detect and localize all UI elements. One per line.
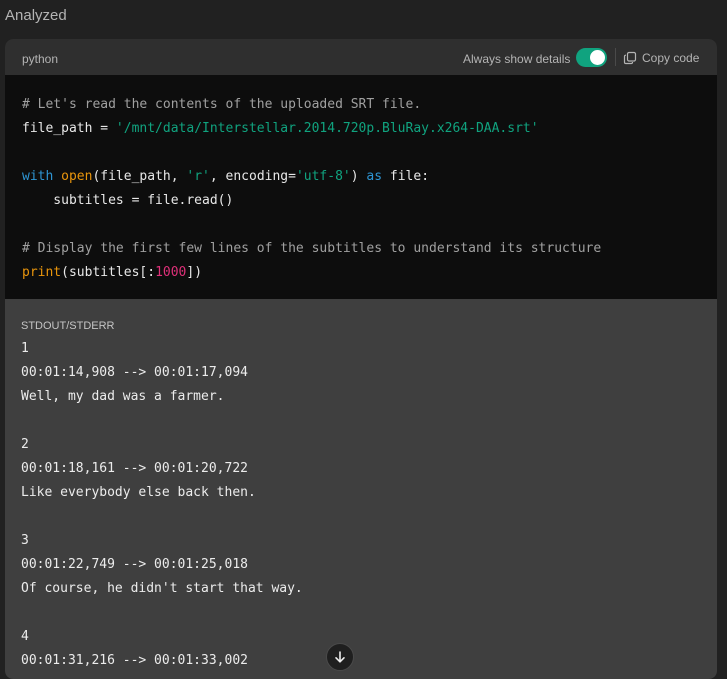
header-divider	[615, 48, 616, 66]
copy-code-label: Copy code	[642, 50, 700, 65]
code-number: 1000	[155, 265, 187, 280]
code-text: # Let's read the contents of the uploade…	[22, 93, 601, 285]
code-comment: # Let's read the contents of the uploade…	[22, 97, 422, 112]
code-builtin: open	[61, 169, 93, 184]
code-keyword: with	[22, 169, 54, 184]
code-keyword: as	[366, 169, 383, 184]
code-header: python Always show details Copy code	[5, 39, 717, 75]
code-token: subtitles = file.read()	[22, 193, 234, 208]
always-show-details-toggle[interactable]	[576, 48, 607, 67]
arrow-down-icon	[335, 651, 345, 663]
code-token: )	[350, 169, 367, 184]
copy-icon	[623, 51, 637, 64]
always-show-details-label: Always show details	[463, 52, 571, 66]
code-token: file_path =	[22, 121, 116, 136]
code-token: ])	[186, 265, 203, 280]
toggle-knob	[590, 50, 605, 65]
code-builtin: print	[22, 265, 62, 280]
code-token: (file_path,	[92, 169, 187, 184]
code-string: '/mnt/data/Interstellar.2014.720p.BluRay…	[115, 121, 539, 136]
copy-code-button[interactable]: Copy code	[623, 49, 699, 66]
code-token: , encoding=	[209, 169, 296, 184]
code-token: (subtitles[:	[61, 265, 156, 280]
code-area: # Let's read the contents of the uploade…	[5, 75, 717, 299]
stdout-label: STDOUT/STDERR	[21, 320, 115, 332]
code-language-label: python	[22, 52, 59, 66]
analyzed-status: Analyzed	[5, 7, 67, 24]
code-comment: # Display the first few lines of the sub…	[22, 241, 602, 256]
code-string: 'utf-8'	[295, 169, 351, 184]
stdout-text: 1 00:01:14,908 --> 00:01:17,094 Well, my…	[21, 341, 303, 668]
scroll-to-bottom-button[interactable]	[326, 643, 354, 671]
code-token: file:	[382, 169, 430, 184]
code-interpreter-block: python Always show details Copy code # L…	[5, 39, 717, 679]
code-string: 'r'	[186, 169, 210, 184]
output-panel: STDOUT/STDERR 1 00:01:14,908 --> 00:01:1…	[5, 299, 717, 679]
